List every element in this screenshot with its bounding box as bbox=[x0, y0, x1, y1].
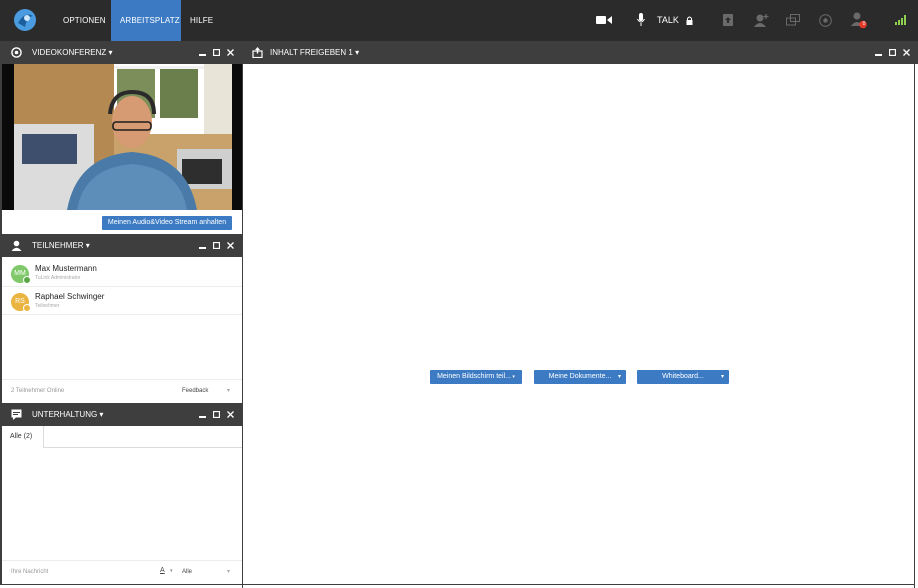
participant-name: Max Mustermann bbox=[35, 264, 97, 273]
maximize-icon[interactable] bbox=[211, 403, 221, 426]
participant-row[interactable]: RS Raphael Schwinger Teilnehmer bbox=[2, 287, 242, 315]
chat-tabs: Alle (2) bbox=[2, 426, 242, 448]
my-documents-button[interactable]: Meine Dokumente... ▾ bbox=[534, 370, 626, 384]
share-icon bbox=[252, 47, 263, 58]
online-count: 2 Teilnehmer Online bbox=[11, 388, 65, 394]
minimize-icon[interactable] bbox=[873, 41, 883, 64]
right-border bbox=[914, 64, 918, 588]
maximize-icon[interactable] bbox=[211, 234, 221, 257]
tab-all-messages[interactable]: Alle (2) bbox=[2, 426, 44, 448]
layout-windows-icon[interactable] bbox=[786, 10, 800, 30]
minimize-icon[interactable] bbox=[197, 234, 207, 257]
message-input[interactable]: Ihre Nachricht bbox=[11, 569, 48, 575]
app-logo-icon[interactable] bbox=[12, 7, 38, 33]
recipient-select[interactable]: Alle bbox=[182, 569, 192, 575]
video-panel-header: VIDEOKONFERENZ ▾ bbox=[2, 41, 242, 64]
record-icon[interactable] bbox=[818, 10, 832, 30]
menu-arbeitsplatz[interactable]: ARBEITSPLATZ bbox=[111, 0, 181, 41]
avatar: MM bbox=[11, 265, 31, 284]
lock-icon bbox=[685, 10, 693, 30]
video-camera-icon[interactable] bbox=[596, 10, 612, 30]
chevron-down-icon: ▾ bbox=[617, 374, 621, 380]
user-icon bbox=[11, 240, 22, 251]
status-dot-icon bbox=[23, 304, 31, 312]
whiteboard-button[interactable]: Whiteboard... ▾ bbox=[637, 370, 729, 384]
participant-row[interactable]: MM Max Mustermann TuLink Administrator bbox=[2, 259, 242, 287]
chevron-down-icon[interactable]: ▾ bbox=[170, 568, 173, 574]
minimize-icon[interactable] bbox=[197, 403, 207, 426]
share-screen-button[interactable]: Meinen Bildschirm teil... ▾ bbox=[430, 370, 522, 384]
participants-footer: 2 Teilnehmer Online Feedback ▾ bbox=[2, 379, 242, 403]
share-panel-title[interactable]: INHALT FREIGEBEN 1 ▾ bbox=[270, 41, 359, 64]
talk-label[interactable]: TALK bbox=[657, 0, 679, 41]
webcam-video-stream bbox=[2, 64, 242, 210]
chat-panel-header: UNTERHALTUNG ▾ bbox=[2, 403, 242, 426]
chevron-down-icon: ▾ bbox=[720, 374, 724, 380]
upload-document-icon[interactable] bbox=[722, 10, 734, 30]
chevron-down-icon: ▾ bbox=[511, 374, 515, 380]
close-icon[interactable] bbox=[225, 403, 235, 426]
maximize-icon[interactable] bbox=[211, 41, 221, 64]
video-conference-icon bbox=[11, 47, 22, 58]
add-user-icon[interactable] bbox=[753, 10, 769, 30]
top-toolbar: OPTIONEN ARBEITSPLATZ HILFE TALK 0 bbox=[0, 0, 918, 41]
chat-input-bar: Ihre Nachricht A ▾ Alle ▾ bbox=[2, 560, 242, 584]
chat-bubble-icon bbox=[11, 409, 22, 420]
participant-role: TuLink Administrator bbox=[35, 275, 81, 281]
close-icon[interactable] bbox=[901, 41, 911, 64]
video-panel-title[interactable]: VIDEOKONFERENZ ▾ bbox=[32, 41, 112, 64]
minimize-icon[interactable] bbox=[197, 41, 207, 64]
microphone-icon[interactable] bbox=[636, 10, 646, 30]
menu-optionen[interactable]: OPTIONEN bbox=[54, 0, 115, 41]
text-format-icon[interactable]: A bbox=[160, 567, 165, 574]
signal-strength-icon bbox=[894, 10, 908, 30]
participant-role: Teilnehmer bbox=[35, 303, 60, 309]
notification-count-badge: 0 bbox=[862, 21, 866, 27]
close-icon[interactable] bbox=[225, 234, 235, 257]
share-panel-header: INHALT FREIGEBEN 1 ▾ bbox=[243, 41, 918, 64]
participants-panel-header: TEILNEHMER ▾ bbox=[2, 234, 242, 257]
chat-panel-title[interactable]: UNTERHALTUNG ▾ bbox=[32, 403, 103, 426]
participant-name: Raphael Schwinger bbox=[35, 292, 105, 301]
notifications-icon[interactable] bbox=[850, 10, 868, 30]
panel-divider bbox=[242, 41, 243, 588]
participants-panel-title[interactable]: TEILNEHMER ▾ bbox=[32, 234, 90, 257]
status-dot-icon bbox=[23, 276, 31, 284]
chevron-down-icon[interactable]: ▾ bbox=[227, 568, 230, 575]
feedback-select[interactable]: Feedback bbox=[182, 388, 208, 394]
bottom-border bbox=[0, 584, 918, 588]
avatar: RS bbox=[11, 293, 31, 312]
video-panel-body: Meinen Audio&Video Stream anhalten bbox=[2, 64, 242, 234]
menu-hilfe[interactable]: HILFE bbox=[181, 0, 222, 41]
chevron-down-icon[interactable]: ▾ bbox=[227, 387, 230, 394]
maximize-icon[interactable] bbox=[887, 41, 897, 64]
close-icon[interactable] bbox=[225, 41, 235, 64]
pause-av-stream-button[interactable]: Meinen Audio&Video Stream anhalten bbox=[102, 216, 232, 230]
